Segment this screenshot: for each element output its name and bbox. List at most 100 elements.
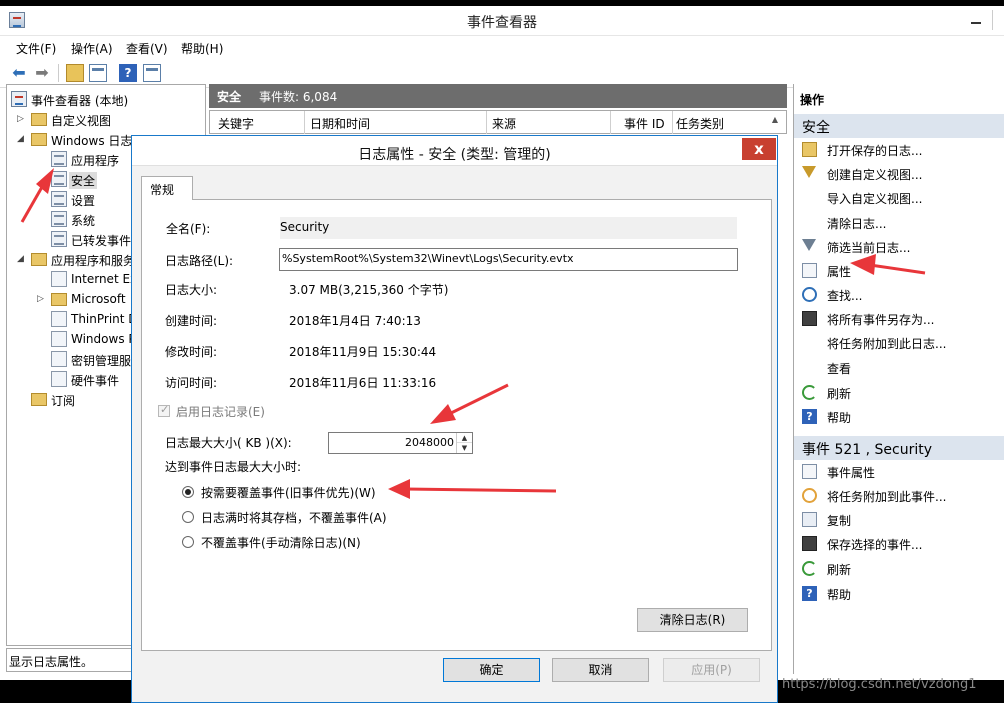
stepper-buttons: ▲ ▼ [456,433,472,453]
log-icon [51,271,67,287]
menu-file[interactable]: 文件(F) [16,40,56,57]
column-divider [304,111,305,135]
filter-icon [802,166,816,178]
folder-icon [31,133,47,146]
created-value: 2018年1月4日 7:40:13 [289,314,421,328]
minimize-button[interactable] [962,10,990,30]
radio-manual-label[interactable]: 不覆盖事件(手动清除日志)(N) [201,534,361,551]
clear-log-button[interactable]: 清除日志(R) [637,608,748,632]
action-create-custom-view[interactable]: 创建自定义视图... [794,162,1004,186]
apply-button[interactable]: 应用(P) [663,658,760,682]
action-save-all-events[interactable]: 将所有事件另存为... [794,307,1004,331]
radio-overwrite[interactable] [182,486,194,498]
action-refresh[interactable]: 刷新 [794,381,1004,405]
action-help-event[interactable]: ? 帮助 [794,582,1004,606]
bottom-strip [0,680,131,703]
radio-archive[interactable] [182,511,194,523]
expand-icon[interactable]: ▷ [37,294,44,304]
folder-up-icon[interactable] [66,64,84,82]
menu-action[interactable]: 操作(A) [71,40,113,57]
column-source[interactable]: 来源 [492,115,516,132]
copy-icon [802,512,817,527]
action-event-properties[interactable]: 事件属性 [794,460,1004,484]
refresh-icon [802,561,817,576]
full-name-value: Security [280,217,737,239]
collapse-icon[interactable]: ◢ [17,254,24,264]
event-count: 事件数: 6,084 [259,90,338,104]
full-name-label: 全名(F): [166,222,211,236]
toolbar-separator [58,64,59,82]
actions-section-event[interactable]: 事件 521 , Security [794,436,1004,460]
radio-overwrite-label[interactable]: 按需要覆盖事件(旧事件优先)(W) [201,484,376,501]
column-divider [486,111,487,135]
tree-root[interactable]: 事件查看器 (本地) [11,89,201,109]
status-bar: 显示日志属性。 [6,648,132,672]
log-path-field[interactable]: %SystemRoot%\System32\Winevt\Logs\Securi… [279,248,738,271]
action-filter-current-log[interactable]: 筛选当前日志... [794,235,1004,259]
properties-icon [802,464,817,479]
stepper-up-icon[interactable]: ▲ [457,433,472,443]
folder-icon [31,393,47,406]
log-icon [51,311,67,327]
column-divider [610,111,611,135]
action-help[interactable]: ? 帮助 [794,405,1004,429]
column-datetime[interactable]: 日期和时间 [310,115,370,132]
radio-archive-label[interactable]: 日志满时将其存档，不覆盖事件(A) [201,509,387,526]
accessed-value: 2018年11月6日 11:33:16 [289,376,437,390]
maximize-button[interactable] [992,10,1004,30]
menu-bar: 文件(F) 操作(A) 查看(V) 帮助(H) [0,36,1004,58]
expand-icon[interactable]: ▷ [17,114,24,124]
log-icon [51,191,67,207]
dialog-close-button[interactable]: x [742,138,776,160]
action-find[interactable]: 查找... [794,283,1004,307]
log-size-value: 3.07 MB(3,215,360 个字节) [289,283,449,297]
help-icon: ? [802,586,817,601]
back-arrow-icon[interactable]: ⬅ [10,64,28,82]
forward-arrow-icon[interactable]: ➡ [33,64,51,82]
actions-section-security[interactable]: 安全 [794,114,1004,138]
modified-value: 2018年11月9日 15:30:44 [289,345,437,359]
max-size-label: 日志最大大小( KB )(X): [165,436,292,450]
enable-logging-checkbox[interactable] [158,403,170,417]
cancel-button[interactable]: 取消 [552,658,649,682]
action-attach-task-to-log[interactable]: 将任务附加到此日志... [794,331,1004,355]
log-icon [51,351,67,367]
column-event-id[interactable]: 事件 ID [624,115,665,132]
help-icon[interactable]: ? [119,64,137,82]
modified-label: 修改时间: [165,345,218,359]
log-icon [51,231,67,247]
radio-manual[interactable] [182,536,194,548]
action-clear-log[interactable]: 清除日志... [794,211,1004,235]
column-keyword[interactable]: 关键字 [218,115,254,132]
menu-help[interactable]: 帮助(H) [181,40,223,57]
help-icon: ? [802,409,817,424]
dialog-title: 日志属性 - 安全 (类型: 管理的) [358,147,551,163]
tree-custom-views[interactable]: ▷ 自定义视图 [17,109,201,129]
log-icon [51,371,67,387]
action-view[interactable]: 查看 [794,356,1004,380]
action-import-custom-view[interactable]: 导入自定义视图... [794,186,1004,210]
action-copy[interactable]: 复制 [794,508,1004,532]
column-task-category[interactable]: 任务类别 [676,115,724,132]
stepper-down-icon[interactable]: ▼ [457,443,472,453]
action-properties[interactable]: 属性 [794,259,1004,283]
scroll-up-arrow[interactable]: ▲ [768,113,782,127]
max-size-stepper[interactable]: 2048000 ▲ ▼ [328,432,473,454]
task-clock-icon [802,488,817,503]
action-refresh-event[interactable]: 刷新 [794,557,1004,581]
log-properties-dialog: 日志属性 - 安全 (类型: 管理的) x 常规 全名(F): Security… [131,135,778,703]
action-save-selected-events[interactable]: 保存选择的事件... [794,532,1004,556]
tab-general[interactable]: 常规 [141,176,193,200]
properties-icon [802,263,817,278]
log-path-label: 日志路径(L): [165,254,234,268]
log-icon [51,151,67,167]
show-pane-icon[interactable] [89,64,107,82]
column-divider [672,111,673,135]
event-grid-header: 关键字 日期和时间 来源 事件 ID 任务类别 [209,110,787,135]
action-open-saved-log[interactable]: 打开保存的日志... [794,138,1004,162]
action-pane-icon[interactable] [143,64,161,82]
action-attach-task-to-event[interactable]: 将任务附加到此事件... [794,484,1004,508]
ok-button[interactable]: 确定 [443,658,540,682]
collapse-icon[interactable]: ◢ [17,134,24,144]
menu-view[interactable]: 查看(V) [126,40,168,57]
